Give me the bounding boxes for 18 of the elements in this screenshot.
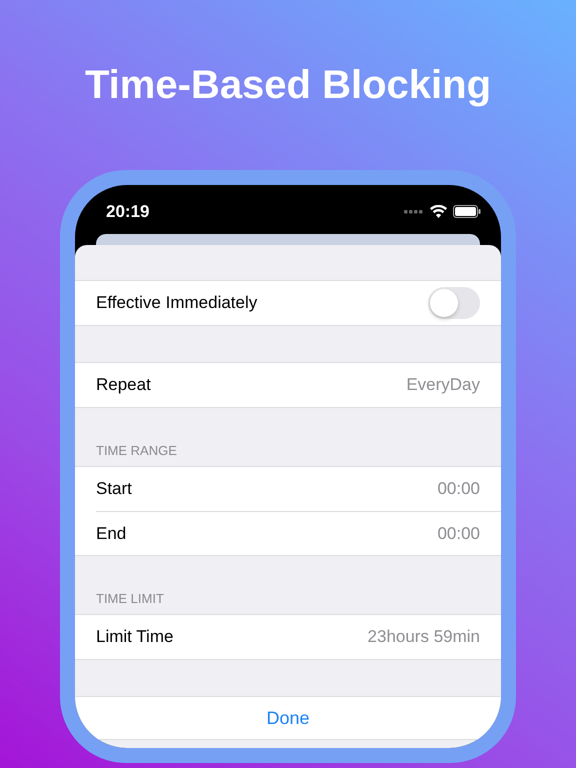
row-value: 23hours 59min (368, 627, 480, 647)
row-value: 00:00 (437, 524, 480, 544)
signal-icon (404, 210, 424, 214)
row-value: 00:00 (437, 479, 480, 499)
headline: Time-Based Blocking (84, 62, 492, 109)
row-label: Start (96, 479, 132, 499)
row-label: Repeat (96, 375, 151, 395)
wifi-icon (430, 205, 447, 218)
section-header: TIME LIMIT (96, 591, 164, 606)
row-label: End (96, 524, 126, 544)
done-button[interactable]: Done (75, 696, 501, 740)
section-header: TIME RANGE (96, 443, 177, 458)
row-label: Effective Immediately (96, 293, 258, 313)
row-value: EveryDay (406, 375, 480, 395)
battery-icon (453, 205, 481, 218)
status-time: 20:19 (106, 202, 150, 222)
row-label: Limit Time (96, 627, 174, 647)
toggle-switch[interactable] (428, 287, 480, 319)
